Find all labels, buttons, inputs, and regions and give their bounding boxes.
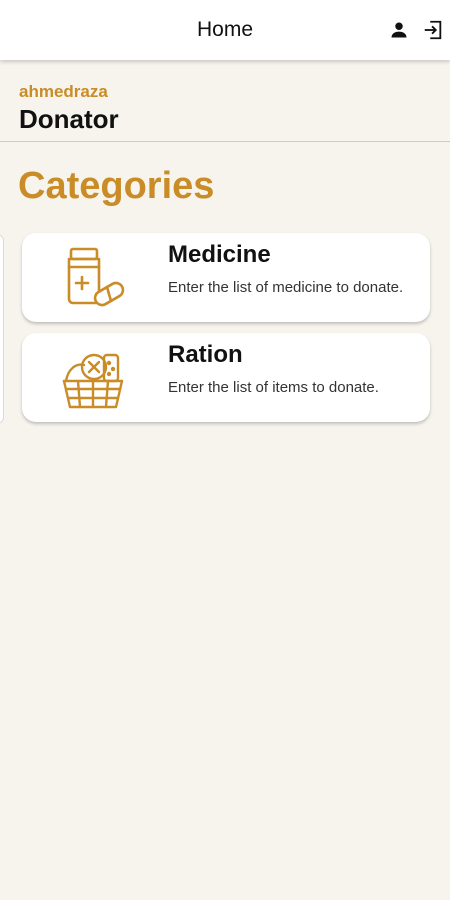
category-description: Enter the list of medicine to donate. xyxy=(168,279,404,296)
person-icon xyxy=(391,22,407,38)
logout-button[interactable] xyxy=(416,16,450,44)
app-bar-actions xyxy=(382,16,450,44)
category-title: Medicine xyxy=(168,241,271,268)
logout-icon xyxy=(424,20,442,40)
category-description: Enter the list of items to donate. xyxy=(168,379,379,396)
user-role: Donator xyxy=(19,104,119,134)
username: ahmedraza xyxy=(19,82,108,101)
ration-basket-icon xyxy=(62,353,124,409)
page-title: Home xyxy=(196,18,254,41)
medicine-bottle-icon xyxy=(67,247,125,307)
divider xyxy=(0,141,450,142)
section-title: Categories xyxy=(18,165,215,207)
category-card-medicine[interactable]: Medicine Enter the list of medicine to d… xyxy=(22,233,430,322)
profile-button[interactable] xyxy=(382,16,416,44)
category-card-ration[interactable]: Ration Enter the list of items to donate… xyxy=(22,333,430,422)
side-card-edge[interactable] xyxy=(0,234,4,424)
category-title: Ration xyxy=(168,341,243,368)
app-bar: Home xyxy=(0,0,450,60)
user-info: ahmedraza Donator xyxy=(19,82,119,135)
